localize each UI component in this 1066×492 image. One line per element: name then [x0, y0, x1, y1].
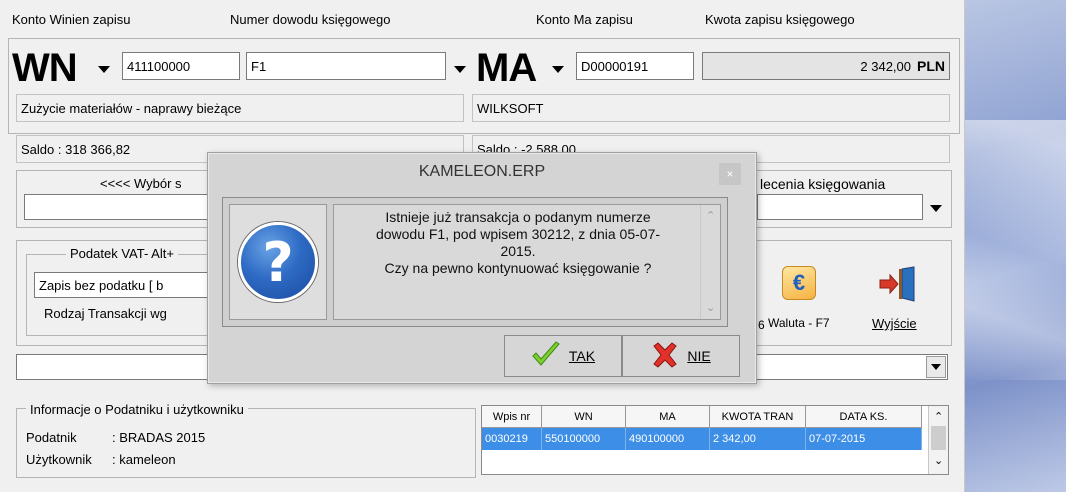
dialog-title: KAMELEON.ERP	[418, 163, 546, 180]
scroll-thumb[interactable]	[931, 426, 946, 450]
bottom-combobox-arrow[interactable]	[926, 356, 946, 378]
document-dropdown-arrow[interactable]	[454, 66, 466, 73]
table-header-kwota[interactable]: KWOTA TRAN	[710, 406, 806, 428]
message-box: Istnieje już transakcja o podanym numerz…	[333, 204, 721, 320]
exit-door-icon	[878, 266, 920, 302]
document-number-input[interactable]: F1	[246, 52, 446, 80]
polecenia-label: lecenia księgowania	[760, 176, 886, 192]
table-header-ma[interactable]: MA	[626, 406, 710, 428]
ma-big-label: MA	[476, 46, 537, 90]
no-label: NIE	[687, 348, 711, 364]
ma-description: WILKSOFT	[472, 94, 950, 122]
konto-wn-label: Konto Winien zapisu	[12, 12, 131, 27]
konto-ma-label: Konto Ma zapisu	[536, 12, 633, 27]
message-scroll-up-icon[interactable]: ⌃	[706, 209, 715, 222]
kwota-label: Kwota zapisu księgowego	[705, 12, 855, 27]
amount-value: 2 342,00	[860, 58, 911, 74]
ma-dropdown-arrow[interactable]	[552, 66, 564, 73]
question-icon: ?	[238, 222, 318, 302]
wybor-input[interactable]	[24, 194, 224, 220]
message-scroll-down-icon[interactable]: ⌄	[706, 301, 715, 314]
scroll-down-icon[interactable]: ⌄	[934, 454, 943, 467]
info-legend: Informacje o Podatniku i użytkowniku	[26, 402, 248, 417]
wybor-label: <<<< Wybór s	[100, 176, 182, 191]
table-scrollbar[interactable]: ⌃ ⌄	[928, 406, 948, 474]
rodzaj-transakcji-label: Rodzaj Transakcji wg	[44, 306, 167, 321]
dialog-close-button[interactable]: ×	[719, 163, 741, 185]
no-button[interactable]: NIE	[622, 335, 740, 377]
cross-icon	[651, 341, 679, 371]
info-panel	[16, 408, 476, 478]
wn-description: Zużycie materiałów - naprawy bieżące	[16, 94, 464, 122]
yes-button[interactable]: TAK	[504, 335, 622, 377]
scroll-up-icon[interactable]: ⌃	[934, 410, 943, 423]
table-header-wpis[interactable]: Wpis nr	[482, 406, 542, 428]
podatnik-label: Podatnik	[26, 430, 77, 445]
dialog-body: ? Istnieje już transakcja o podanym nume…	[222, 197, 728, 327]
transactions-table[interactable]: Wpis nr WN MA KWOTA TRAN DATA KS. 003021…	[481, 405, 949, 475]
table-cell-wpis[interactable]: 0030219	[482, 428, 542, 450]
table-cell-data[interactable]: 07-07-2015	[806, 428, 922, 450]
wn-big-label: WN	[12, 46, 78, 90]
numer-dowodu-label: Numer dowodu księgowego	[230, 12, 391, 27]
ma-account-input[interactable]: D00000191	[576, 52, 694, 80]
waluta-label: Waluta - F7	[768, 316, 830, 330]
table-header-data[interactable]: DATA KS.	[806, 406, 922, 428]
vat-select[interactable]: Zapis bez podatku [ b	[34, 272, 224, 298]
check-icon	[531, 340, 561, 372]
yes-label: TAK	[568, 348, 596, 364]
table-header-wn[interactable]: WN	[542, 406, 626, 428]
waluta-button[interactable]: € Waluta - F7	[768, 262, 848, 334]
uzytkownik-label: Użytkownik	[26, 452, 92, 467]
dialog-message: Istnieje już transakcja o podanym numerz…	[375, 209, 661, 276]
table-cell-wn[interactable]: 550100000	[542, 428, 626, 450]
question-icon-frame: ?	[229, 204, 327, 320]
wn-dropdown-arrow[interactable]	[98, 66, 110, 73]
desktop-background	[965, 0, 1066, 492]
vat-legend: Podatek VAT- Alt+	[66, 246, 178, 261]
table-cell-kwota[interactable]: 2 342,00	[710, 428, 806, 450]
podatnik-value: : BRADAS 2015	[112, 430, 206, 445]
table-cell-ma[interactable]: 490100000	[626, 428, 710, 450]
polecenia-dropdown-arrow[interactable]	[930, 205, 942, 212]
polecenia-select[interactable]	[757, 194, 923, 220]
exit-button[interactable]: Wyjście	[866, 262, 936, 334]
message-scrollbar[interactable]: ⌃ ⌄	[700, 205, 720, 319]
amount-field[interactable]: 2 342,00 PLN	[702, 52, 950, 80]
currency-euro-icon: €	[782, 266, 816, 300]
toolbar-fragment-label: 6	[758, 318, 765, 332]
uzytkownik-value: : kameleon	[112, 452, 176, 467]
confirm-dialog: KAMELEON.ERP × ? Istnieje już transakcja…	[207, 152, 757, 384]
exit-label: Wyjście	[872, 316, 917, 331]
currency-label: PLN	[917, 58, 945, 74]
wn-account-input[interactable]: 411100000	[122, 52, 240, 80]
